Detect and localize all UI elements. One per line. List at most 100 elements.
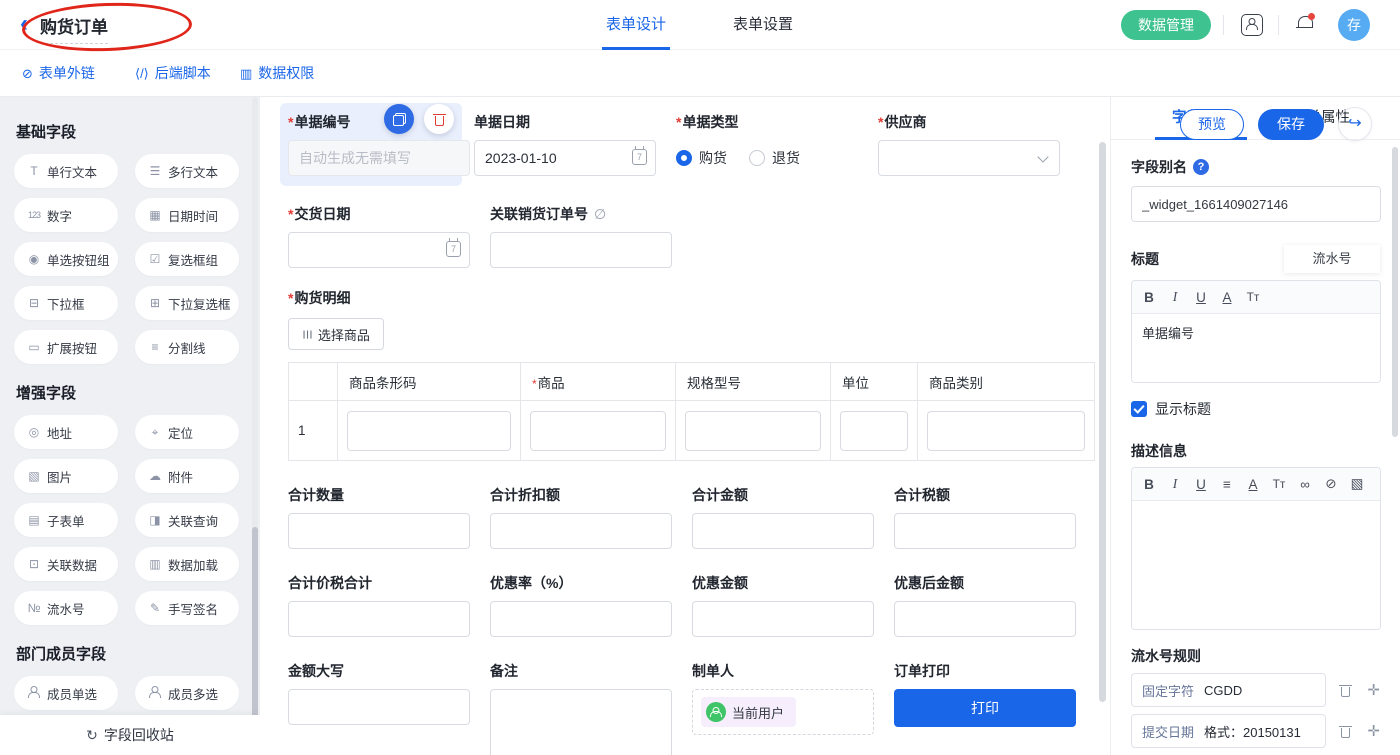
serial-rule-fixed-chars[interactable]: 固定字符 CGDD ✛ [1131,673,1380,707]
select-product-button[interactable]: ☰选择商品 [288,318,384,350]
supplier-select[interactable] [878,140,1060,176]
bold-button[interactable]: B [1136,290,1162,305]
sidebar-item-datetime[interactable]: ▦日期时间 [135,198,239,232]
delete-field-button[interactable] [424,104,454,134]
total-quantity-input[interactable] [288,513,470,549]
sidebar-item-radio-group[interactable]: ◉单选按钮组 [14,242,118,276]
sidebar-item-multi-line-text[interactable]: ☰多行文本 [135,154,239,188]
tab-form-settings[interactable]: 表单设置 [729,0,797,50]
field-doc-type[interactable]: *单据类型 购货 退货 [676,112,858,176]
save-button[interactable]: 保存 [1258,109,1324,140]
font-color-button[interactable]: A [1240,477,1266,492]
field-total-discount[interactable]: 合计折扣额 [490,485,672,549]
field-supplier[interactable]: *供应商 [878,112,1060,176]
after-discount-amount-input[interactable] [894,601,1076,637]
description-editor-content[interactable] [1132,501,1380,629]
creator-box[interactable]: 当前用户 [692,689,874,735]
italic-button[interactable]: I [1162,289,1188,305]
help-icon[interactable]: ? [1193,159,1209,175]
title-editor[interactable]: B I U A Tт 单据编号 [1131,280,1381,383]
sidebar-item-serial-number[interactable]: №流水号 [14,591,118,625]
data-permission-link[interactable]: ▥数据权限 [240,50,314,97]
align-button[interactable]: ≡ [1214,477,1240,492]
field-remark[interactable]: 备注 [490,661,672,755]
doc-date-input[interactable] [474,140,656,176]
share-button[interactable]: ↪ [1338,107,1372,141]
canvas-scrollbar[interactable] [1099,142,1106,742]
field-amount-in-words[interactable]: 金额大写 [288,661,470,725]
sidebar-item-signature[interactable]: ✎手写签名 [135,591,239,625]
sidebar-item-dropdown[interactable]: ⊟下拉框 [14,286,118,320]
font-size-button[interactable]: Tт [1240,290,1266,304]
sidebar-item-number[interactable]: 123数字 [14,198,118,232]
sidebar-item-extend-button[interactable]: ▭扩展按钮 [14,330,118,364]
scrollbar-thumb[interactable] [1392,147,1398,437]
field-related-sales-order[interactable]: 关联销货订单号∅ [490,204,672,268]
category-input[interactable] [927,411,1085,451]
total-with-tax-input[interactable] [288,601,470,637]
sidebar-item-divider-line[interactable]: ≡分割线 [135,330,239,364]
sidebar-item-multi-dropdown[interactable]: ⊞下拉复选框 [135,286,239,320]
unit-input[interactable] [840,411,908,451]
field-doc-number-selected[interactable]: *单据编号 [280,103,462,186]
barcode-input[interactable] [347,411,511,451]
move-rule-icon[interactable]: ✛ [1367,724,1380,739]
radio-purchase-checked[interactable] [676,150,692,166]
font-color-button[interactable]: A [1214,290,1240,305]
show-title-checkbox-checked[interactable] [1131,401,1147,417]
field-recycle-bin[interactable]: ↻字段回收站 [0,715,260,755]
back-icon[interactable]: ‹ [20,9,28,39]
sidebar-item-member-single[interactable]: 成员单选 [14,676,118,710]
field-alias-input[interactable] [1131,186,1381,222]
related-sales-order-input[interactable] [490,232,672,268]
user-avatar[interactable]: 存 [1338,9,1370,41]
notification-bell-icon[interactable] [1296,15,1314,34]
field-purchase-detail[interactable]: *购货明细 ☰选择商品 商品条形码 *商品 规格型号 单位 商品类别 1 [288,288,1110,461]
sidebar-item-single-line-text[interactable]: T单行文本 [14,154,118,188]
form-canvas[interactable]: *单据编号 单据日期 7 *单据类型 购货 退货 *供应商 *交货日期 7 关联 [260,97,1110,755]
delivery-date-input[interactable] [288,232,470,268]
underline-button[interactable]: U [1188,290,1214,305]
rule-box[interactable]: 提交日期 格式：20150131 [1131,714,1326,748]
field-type-chip[interactable]: 流水号 [1284,245,1380,273]
radio-return-unchecked[interactable] [749,150,765,166]
field-after-discount-amount[interactable]: 优惠后金额 [894,573,1076,637]
current-user-tag[interactable]: 当前用户 [701,697,796,727]
field-total-tax[interactable]: 合计税额 [894,485,1076,549]
field-total-with-tax[interactable]: 合计价税合计 [288,573,470,637]
preview-button[interactable]: 预览 [1180,109,1244,140]
sidebar-scrollbar[interactable] [252,97,258,755]
sidebar-item-data-load[interactable]: ▥数据加载 [135,547,239,581]
remark-textarea[interactable] [490,689,672,755]
show-title-row[interactable]: 显示标题 [1131,399,1380,419]
total-discount-input[interactable] [490,513,672,549]
copy-field-button[interactable] [384,104,414,134]
sidebar-item-attachment[interactable]: ☁附件 [135,459,239,493]
insert-image-button[interactable]: ▧ [1344,476,1370,492]
field-creator[interactable]: 制单人 当前用户 [692,661,874,735]
product-input[interactable] [530,411,666,451]
sidebar-item-linked-query[interactable]: ◨关联查询 [135,503,239,537]
total-tax-input[interactable] [894,513,1076,549]
tab-form-design[interactable]: 表单设计 [602,0,670,50]
scrollbar-thumb[interactable] [1099,142,1106,702]
data-manage-button[interactable]: 数据管理 [1121,10,1211,40]
serial-rule-submit-date[interactable]: 提交日期 格式：20150131 ✛ [1131,714,1380,748]
backend-script-link[interactable]: ⟨/⟩后端脚本 [135,50,211,97]
font-size-button[interactable]: Tт [1266,477,1292,491]
page-title[interactable]: 购货订单 [40,13,108,44]
sidebar-item-subform[interactable]: ▤子表单 [14,503,118,537]
move-rule-icon[interactable]: ✛ [1367,683,1380,698]
field-discount-amount[interactable]: 优惠金额 [692,573,874,637]
description-editor[interactable]: B I U ≡ A Tт ∞ ⊘ ▧ [1131,467,1381,630]
link-button[interactable]: ∞ [1292,477,1318,492]
total-amount-input[interactable] [692,513,874,549]
field-discount-rate[interactable]: 优惠率（%） [490,573,672,637]
field-total-amount[interactable]: 合计金额 [692,485,874,549]
underline-button[interactable]: U [1188,477,1214,492]
unlink-button[interactable]: ⊘ [1318,476,1344,492]
print-button[interactable]: 打印 [894,689,1076,727]
sidebar-item-image[interactable]: ▧图片 [14,459,118,493]
field-total-quantity[interactable]: 合计数量 [288,485,470,549]
discount-rate-input[interactable] [490,601,672,637]
